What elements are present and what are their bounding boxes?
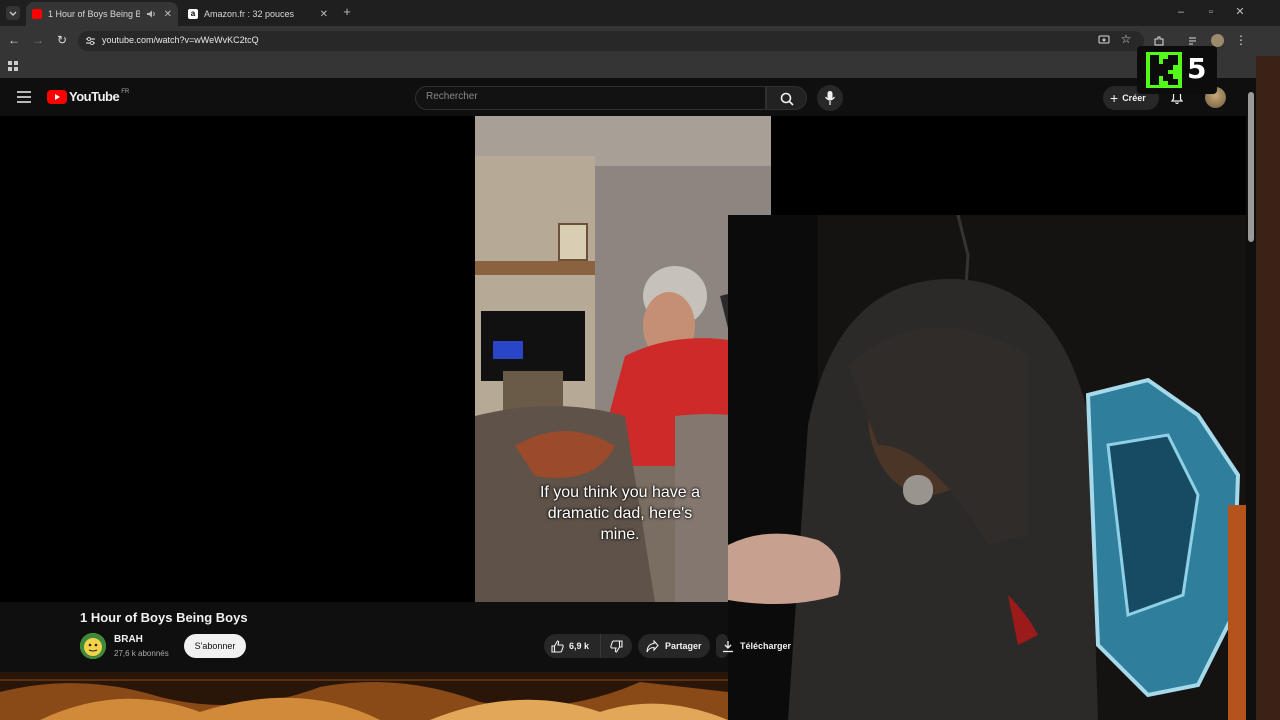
thumbs-down-icon	[610, 639, 623, 653]
like-count: 6,9 k	[569, 641, 590, 651]
download-icon	[723, 640, 733, 652]
subscribe-button[interactable]: S'abonner	[184, 634, 246, 658]
close-tab-icon[interactable]: ✕	[320, 9, 328, 20]
kick-logo-icon	[1146, 52, 1182, 88]
stream-badge: 5	[1137, 46, 1217, 94]
channel-avatar-image	[80, 633, 106, 659]
tab-search-button[interactable]	[6, 6, 20, 20]
thumbnail-image	[0, 672, 728, 720]
url-text[interactable]: youtube.com/watch?v=wWeWvKC2tcQ	[102, 35, 259, 45]
region-code: FR	[121, 89, 130, 95]
site-info-icon[interactable]	[85, 36, 96, 46]
video-caption: If you think you have a dramatic dad, he…	[475, 482, 765, 545]
streamer-webcam-overlay	[728, 215, 1256, 720]
channel-name[interactable]: BRAH	[114, 634, 143, 645]
tab-title: Amazon.fr : 32 pouces	[204, 9, 295, 19]
create-label: Créer	[1122, 93, 1146, 103]
tab-amazon[interactable]: a Amazon.fr : 32 pouces ✕	[182, 2, 334, 26]
install-app-icon[interactable]	[1098, 35, 1110, 46]
download-label: Télécharger	[740, 641, 792, 651]
close-tab-icon[interactable]: ✕	[164, 9, 172, 20]
badge-number: 5	[1187, 52, 1207, 85]
recommendations-thumbnail-strip[interactable]	[0, 672, 728, 720]
download-button[interactable]: Télécharger	[722, 634, 791, 658]
more-menu-icon[interactable]: ⋮	[1235, 34, 1247, 46]
dislike-button[interactable]	[600, 634, 632, 658]
video-title: 1 Hour of Boys Being Boys	[80, 610, 248, 625]
speaker-icon[interactable]	[146, 9, 156, 19]
maximize-icon[interactable]: ▫	[1204, 6, 1218, 18]
bookmark-star-icon[interactable]: ☆	[1119, 33, 1133, 45]
youtube-logo-text: YouTube	[69, 89, 120, 104]
new-tab-button[interactable]: +	[340, 5, 354, 18]
share-button[interactable]: Partager	[638, 634, 710, 658]
search-placeholder: Rechercher	[426, 91, 478, 102]
plus-icon: +	[1110, 90, 1119, 106]
youtube-favicon-icon	[32, 9, 42, 19]
youtube-logo[interactable]: YouTube FR	[47, 89, 129, 104]
close-window-icon[interactable]: ✕	[1233, 6, 1247, 18]
back-arrow-icon[interactable]: ←	[7, 34, 21, 46]
apps-grid-icon[interactable]	[8, 61, 18, 71]
share-label: Partager	[665, 641, 702, 651]
hamburger-menu-icon[interactable]	[17, 91, 31, 103]
youtube-play-logo-icon	[47, 89, 67, 104]
amazon-favicon-icon: a	[188, 9, 198, 19]
microphone-icon	[824, 91, 836, 105]
tab-title: 1 Hour of Boys Being Boys	[48, 9, 140, 19]
thumbs-up-icon	[551, 639, 564, 653]
channel-avatar[interactable]	[80, 633, 106, 659]
reload-icon[interactable]: ↻	[55, 34, 69, 46]
bookmarks-bar	[0, 56, 1280, 78]
caption-line: If you think you have a	[539, 484, 701, 501]
share-arrow-icon	[646, 639, 659, 652]
tab-youtube[interactable]: 1 Hour of Boys Being Boys ✕	[26, 2, 178, 26]
window-edge	[1256, 56, 1280, 720]
minimize-icon[interactable]: –	[1174, 6, 1188, 18]
search-button[interactable]	[766, 86, 807, 110]
caption-line: dramatic dad, here's	[547, 505, 693, 522]
chevron-down-icon	[9, 11, 17, 16]
search-icon	[780, 92, 794, 106]
caption-line: mine.	[600, 526, 640, 543]
subscriber-count: 27,6 k abonnés	[114, 649, 169, 658]
streamer-webcam-image	[728, 215, 1256, 720]
like-button[interactable]: 6,9 k	[544, 634, 600, 658]
forward-arrow-icon[interactable]: →	[31, 34, 45, 46]
voice-search-button[interactable]	[817, 85, 843, 111]
scrollbar-thumb[interactable]	[1248, 92, 1254, 242]
